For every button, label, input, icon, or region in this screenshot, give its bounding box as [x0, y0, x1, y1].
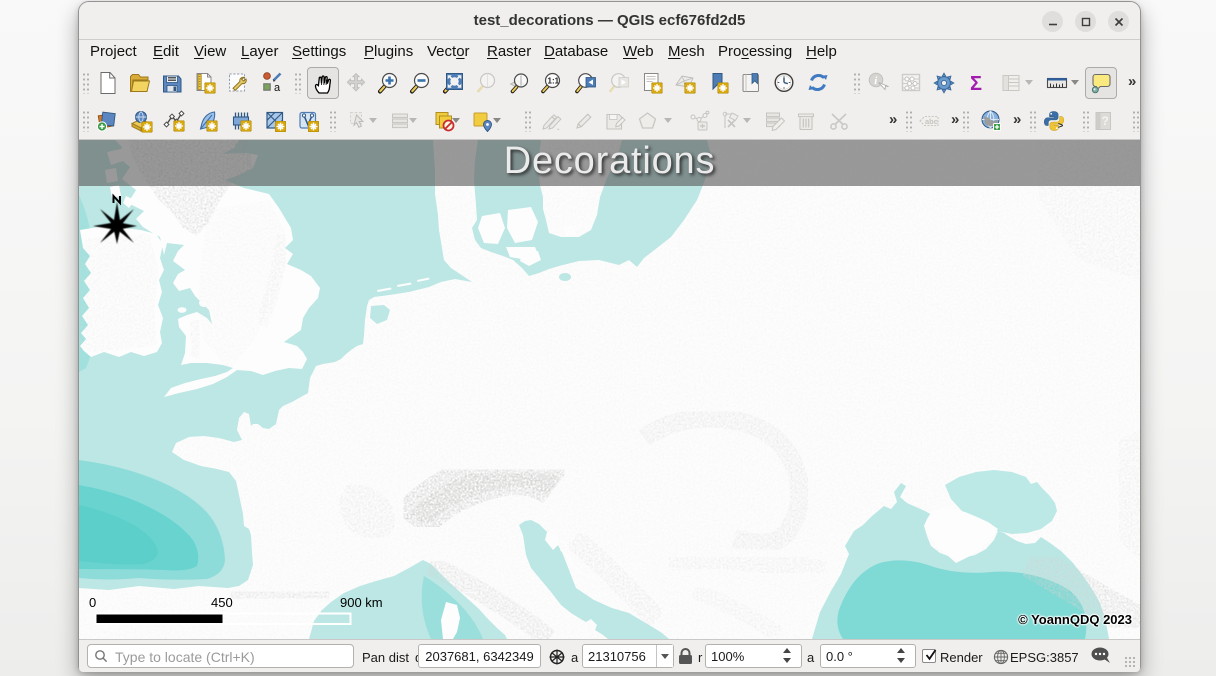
svg-text:0: 0 — [89, 595, 96, 610]
svg-text:450: 450 — [211, 595, 233, 610]
svg-text:Σ: Σ — [970, 73, 982, 95]
svg-text:900 km: 900 km — [340, 595, 383, 610]
